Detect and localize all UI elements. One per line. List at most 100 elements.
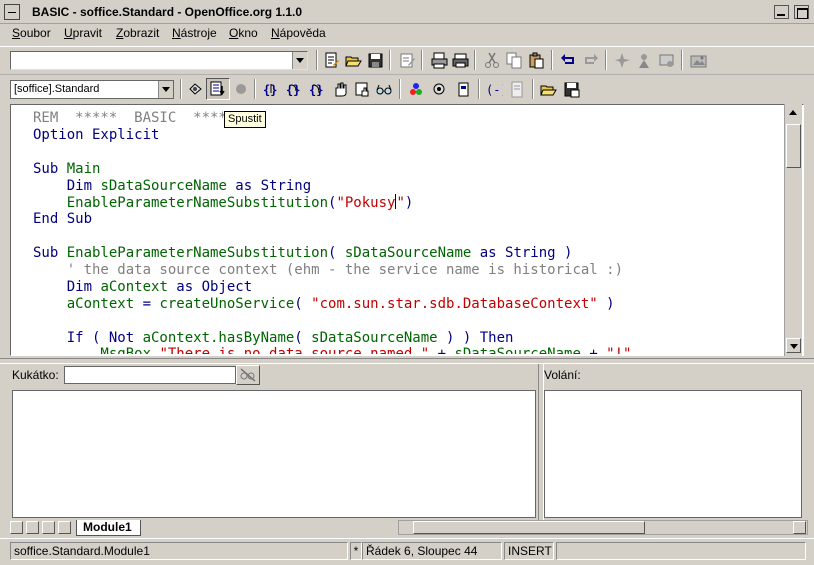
code-line[interactable]: If ( Not aContext.hasByName( sDataSource… <box>33 330 785 347</box>
print-icon[interactable] <box>452 52 469 69</box>
calls-list[interactable] <box>544 390 802 518</box>
redo-icon[interactable] <box>582 52 599 69</box>
code-line[interactable] <box>33 228 785 245</box>
code-line[interactable]: aContext = createUnoService( "com.sun.st… <box>33 296 785 313</box>
gallery-icon[interactable] <box>690 52 707 69</box>
code-line[interactable]: End Sub <box>33 211 785 228</box>
cut-icon[interactable] <box>484 52 501 69</box>
find-parentheses-icon[interactable]: (-) <box>486 81 503 98</box>
minimize-button[interactable] <box>774 5 789 19</box>
window-menu-icon[interactable] <box>4 4 20 20</box>
code-token: "!" <box>606 346 631 354</box>
navigator-icon[interactable] <box>614 52 631 69</box>
paste-icon[interactable] <box>528 52 545 69</box>
edit-file-icon[interactable] <box>323 52 340 69</box>
code-area[interactable]: REM ***** BASIC ***** Option Explicit Sub… <box>33 110 785 354</box>
code-token: If ( Not <box>33 329 143 346</box>
code-token: ( <box>294 329 312 346</box>
code-token: aContext <box>100 278 177 295</box>
url-dropdown-button[interactable] <box>292 52 307 69</box>
scroll-right-button[interactable] <box>793 521 806 534</box>
code-token: aContext <box>33 295 143 312</box>
menu-upravit[interactable]: Upravit <box>64 26 102 40</box>
code-line[interactable]: Dim aContext as Object <box>33 279 785 296</box>
sources-icon[interactable] <box>658 52 675 69</box>
editor-horizontal-scrollbar[interactable] <box>398 520 808 535</box>
run-button[interactable] <box>206 78 230 100</box>
code-line[interactable] <box>33 313 785 330</box>
step-into-icon[interactable]: {} <box>285 81 302 98</box>
toolbar-separator <box>532 79 534 99</box>
select-macro-icon[interactable] <box>408 81 425 98</box>
code-token: Sub <box>33 245 67 262</box>
code-line[interactable]: REM ***** BASIC ***** <box>33 110 785 127</box>
stop-icon[interactable] <box>233 81 250 98</box>
code-token: sDataSourceName <box>344 245 480 262</box>
chevron-down-icon <box>162 87 170 92</box>
modules-icon[interactable] <box>431 81 448 98</box>
manage-breakpoints-icon[interactable] <box>354 81 371 98</box>
code-token: = <box>142 295 160 312</box>
library-dropdown-button[interactable] <box>158 81 173 98</box>
compile-icon[interactable] <box>187 81 204 98</box>
scroll-up-icon[interactable] <box>789 110 797 115</box>
watch-list[interactable] <box>12 390 536 518</box>
first-tab-button[interactable] <box>10 521 23 534</box>
code-line[interactable]: Dim sDataSourceName as String <box>33 178 785 195</box>
code-line[interactable] <box>33 144 785 161</box>
save-source-icon[interactable] <box>563 81 580 98</box>
step-procedure-icon[interactable]: {} <box>262 81 279 98</box>
code-token: createUnoService <box>159 295 295 312</box>
code-line[interactable]: Sub Main <box>33 161 785 178</box>
next-tab-button[interactable] <box>42 521 55 534</box>
open-icon[interactable] <box>345 52 362 69</box>
tab-module1[interactable]: Module1 <box>76 520 141 536</box>
remove-watch-button[interactable] <box>236 365 260 385</box>
watch-icon[interactable] <box>376 81 393 98</box>
menu-soubor[interactable]: Soubor <box>12 26 51 40</box>
watch-panel: Kukátko: <box>6 364 540 520</box>
print-file-icon[interactable] <box>431 52 448 69</box>
code-line[interactable]: ' the data source context (ehm - the ser… <box>33 262 785 279</box>
scroll-down-button[interactable] <box>786 338 801 353</box>
code-line[interactable]: Option Explicit <box>33 127 785 144</box>
copy-icon[interactable] <box>506 52 523 69</box>
status-mode[interactable]: INSERT <box>504 542 554 560</box>
last-tab-button[interactable] <box>58 521 71 534</box>
save-icon[interactable] <box>367 52 384 69</box>
code-token: "com.sun.star.sdb.DatabaseContext" <box>311 295 598 312</box>
breakpoint-gutter[interactable] <box>11 105 31 355</box>
menu-zobrazit[interactable]: Zobrazit <box>116 26 159 40</box>
url-input[interactable] <box>10 51 308 70</box>
menu-napoveda[interactable]: Nápověda <box>271 26 326 40</box>
code-line[interactable]: Sub EnableParameterNameSubstitution( sDa… <box>33 245 785 262</box>
prev-tab-button[interactable] <box>26 521 39 534</box>
code-line[interactable]: MsgBox "There is no data source named " … <box>33 346 785 354</box>
hscroll-thumb[interactable] <box>413 521 645 534</box>
breakpoint-icon[interactable] <box>332 81 349 98</box>
watch-input[interactable] <box>64 366 236 384</box>
code-token: Sub <box>33 160 67 177</box>
scroll-thumb[interactable] <box>786 124 801 168</box>
menu-bar: Soubor Upravit Zobrazit Nástroje Okno Ná… <box>0 24 814 44</box>
library-select[interactable]: [soffice].Standard <box>10 80 174 99</box>
step-out-icon[interactable]: {} <box>308 81 325 98</box>
svg-text:(-): (-) <box>486 83 503 97</box>
stylist-icon[interactable] <box>636 52 653 69</box>
editor-vertical-scrollbar[interactable] <box>784 104 802 356</box>
undo-icon[interactable] <box>560 52 577 69</box>
insert-source-icon[interactable] <box>509 81 526 98</box>
code-editor[interactable]: REM ***** BASIC ***** Option Explicit Sub… <box>10 104 804 356</box>
maximize-button[interactable] <box>794 5 809 19</box>
code-line[interactable]: EnableParameterNameSubstitution("Pokusy"… <box>33 194 785 211</box>
calls-label: Volání: <box>544 368 581 382</box>
edit-mode-icon[interactable] <box>399 52 416 69</box>
run-tooltip: Spustit <box>224 111 266 128</box>
open-basic-icon[interactable] <box>540 81 557 98</box>
select-icon[interactable] <box>455 81 472 98</box>
menu-nastroje[interactable]: Nástroje <box>172 26 217 40</box>
code-token: + <box>589 346 606 354</box>
menu-okno[interactable]: Okno <box>229 26 258 40</box>
menu-upravit-rest: pravit <box>72 26 103 40</box>
